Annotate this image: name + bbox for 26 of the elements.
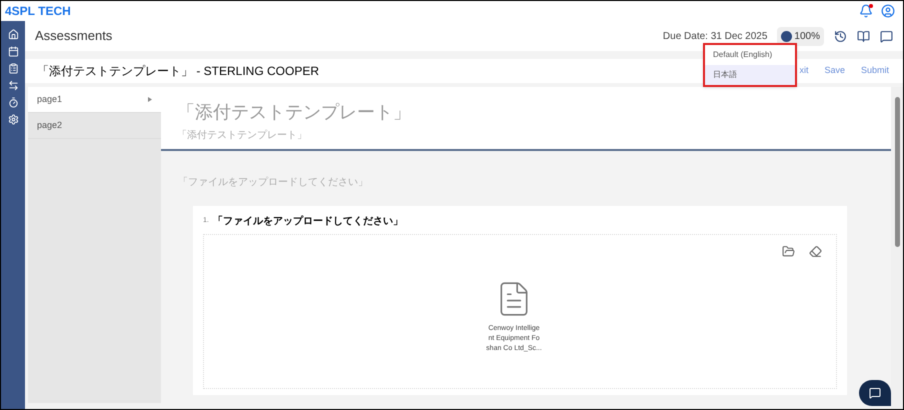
survey-subtitle: 「添付テストテンプレート」: [177, 128, 308, 143]
caret-icon: [148, 97, 152, 102]
section-heading: 「ファイルをアップロードしてください」: [178, 176, 369, 190]
language-option[interactable]: Default (English): [705, 45, 795, 65]
calendar-icon[interactable]: [8, 46, 18, 57]
settings-icon[interactable]: [8, 114, 18, 125]
eraser-icon[interactable]: [809, 245, 822, 258]
timer-icon[interactable]: [8, 97, 18, 108]
folder-icon[interactable]: [782, 245, 795, 258]
transfer-icon[interactable]: [8, 80, 18, 91]
clipboard-icon[interactable]: [8, 63, 18, 74]
user-profile-icon[interactable]: [881, 4, 895, 18]
history-icon[interactable]: [834, 30, 847, 42]
due-date: Due Date: 31 Dec 2025: [662, 30, 768, 44]
page-title: Assessments: [35, 27, 112, 46]
page-list-item[interactable]: page1: [28, 87, 161, 113]
language-option[interactable]: 日本語: [705, 65, 795, 85]
progress-pill: 100%: [777, 26, 824, 46]
chat-icon: [869, 387, 881, 399]
question-text: 「ファイルをアップロードしてください」: [212, 214, 403, 229]
brand-logo: 4SPL TECH: [5, 3, 71, 20]
survey-title: 「添付テストテンプレート」: [177, 101, 412, 124]
form-title: 「添付テストテンプレート」 - STERLING COOPER: [37, 63, 320, 80]
notification-bell-icon[interactable]: [859, 4, 873, 18]
home-icon[interactable]: [8, 29, 18, 40]
comment-icon[interactable]: [880, 30, 893, 42]
